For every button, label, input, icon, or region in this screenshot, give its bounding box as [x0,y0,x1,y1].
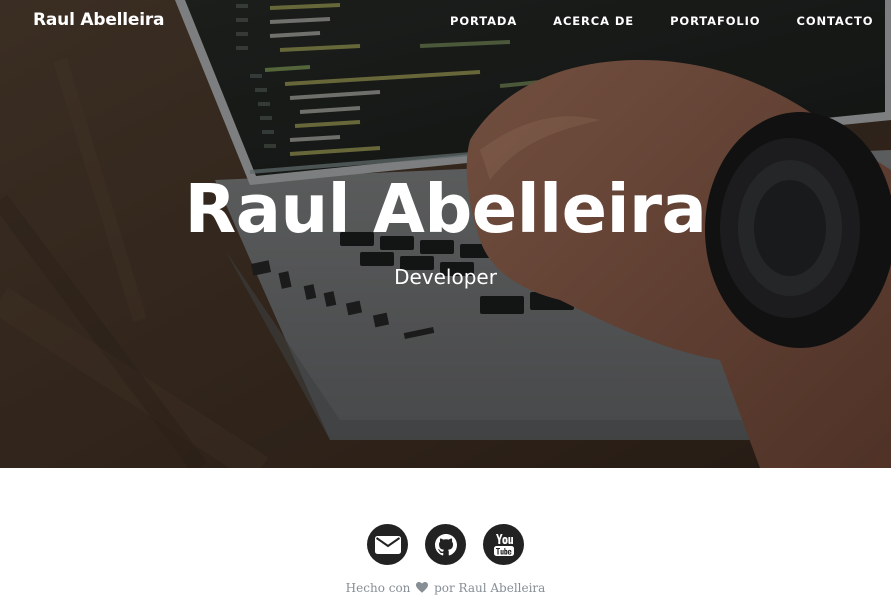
nav-links: PORTADA ACERCA DE PORTAFOLIO CONTACTO [432,14,891,28]
nav-item-contacto[interactable]: CONTACTO [778,14,891,28]
nav-item-portafolio[interactable]: PORTAFOLIO [652,14,778,28]
envelope-icon [374,535,401,554]
nav-item-portada[interactable]: PORTADA [432,14,535,28]
footer: Hecho con por Raul Abelleira [0,468,891,601]
footer-credit: Hecho con por Raul Abelleira [0,581,891,595]
heart-icon [416,582,429,593]
credit-text-before: Hecho con [345,581,411,595]
hero-title: Raul Abelleira [184,170,707,248]
youtube-button[interactable] [483,524,524,565]
credit-text-after: por Raul Abelleira [434,581,546,595]
hero-subtitle: Developer [394,265,497,289]
email-button[interactable] [367,524,408,565]
hero-header: Raul Abelleira PORTADA ACERCA DE PORTAFO… [0,0,891,468]
social-links [0,524,891,565]
github-icon [434,533,457,555]
nav-item-acerca-de[interactable]: ACERCA DE [535,14,652,28]
github-button[interactable] [425,524,466,565]
brand-link[interactable]: Raul Abelleira [33,10,165,30]
navbar: Raul Abelleira PORTADA ACERCA DE PORTAFO… [0,0,891,42]
youtube-icon [493,533,514,556]
